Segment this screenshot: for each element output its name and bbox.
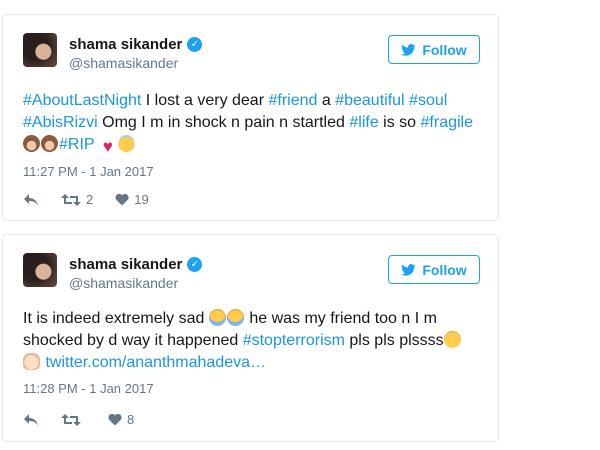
text-segment: shocked by d way it happened: [23, 332, 243, 349]
red-heart-emoji-icon: ♥: [102, 137, 113, 156]
hashtag-link[interactable]: #AbisRizvi: [23, 114, 98, 131]
hashtag-link[interactable]: #AboutLastNight: [23, 92, 141, 109]
sad-face-emoji-icon: [443, 331, 461, 348]
reply-icon: [24, 413, 38, 426]
author-name[interactable]: shama sikander: [69, 256, 182, 273]
tweet-actions: 8: [23, 412, 156, 427]
like-button[interactable]: 8: [108, 412, 134, 427]
avatar[interactable]: [23, 253, 57, 287]
author-name-row[interactable]: shama sikander ✓: [69, 255, 203, 273]
hashtag-link[interactable]: #beautiful: [335, 92, 404, 109]
retweet-button[interactable]: [61, 413, 86, 427]
text-segment: pls pls plssss: [344, 332, 444, 349]
retweet-icon: [61, 413, 81, 426]
tweet-card: shama sikander ✓ @shamasikander Follow I…: [2, 234, 499, 442]
praying-hands-emoji-icon: [23, 353, 40, 370]
tweet-actions: 2 19: [23, 192, 171, 207]
verified-icon: ✓: [187, 36, 203, 52]
anxious-sweat-emoji-icon: [226, 309, 244, 326]
external-link[interactable]: twitter.com/ananthmahadeva…: [45, 354, 266, 371]
author-handle[interactable]: @shamasikander: [69, 55, 178, 71]
reply-button[interactable]: [23, 193, 39, 207]
hashtag-link[interactable]: #friend: [268, 92, 317, 109]
text-segment: I lost a very dear: [141, 92, 269, 109]
reply-button[interactable]: [23, 413, 39, 427]
reply-icon: [24, 193, 38, 206]
text-segment: he was my friend too n I m: [244, 310, 437, 327]
smiling-halo-emoji-icon: [117, 135, 135, 152]
text-segment: is so: [378, 114, 421, 131]
avatar[interactable]: [23, 33, 57, 67]
twitter-bird-icon: [401, 43, 416, 56]
tweet-card: shama sikander ✓ @shamasikander Follow #…: [2, 14, 499, 221]
tweet-timestamp[interactable]: 11:27 PM - 1 Jan 2017: [23, 164, 154, 179]
tweet-timestamp[interactable]: 11:28 PM - 1 Jan 2017: [23, 381, 154, 396]
hashtag-link[interactable]: #RIP: [59, 136, 94, 153]
like-count: 19: [134, 192, 149, 207]
hashtag-link[interactable]: #fragile: [421, 114, 473, 131]
see-no-evil-monkey-emoji-icon: [23, 135, 40, 152]
like-button[interactable]: 19: [115, 192, 149, 207]
retweet-button[interactable]: 2: [61, 192, 93, 207]
see-no-evil-monkey-emoji-icon: [41, 135, 58, 152]
hashtag-link[interactable]: #stopterrorism: [243, 332, 345, 349]
heart-icon: [108, 413, 122, 426]
author-name[interactable]: shama sikander: [69, 36, 182, 53]
twitter-bird-icon: [401, 263, 416, 276]
text-segment: It is indeed extremely sad: [23, 310, 209, 327]
author-name-row[interactable]: shama sikander ✓: [69, 35, 203, 53]
follow-button[interactable]: Follow: [388, 35, 480, 64]
retweet-icon: [61, 193, 81, 206]
anxious-sweat-emoji-icon: [208, 309, 226, 326]
heart-icon: [115, 193, 129, 206]
like-count: 8: [127, 412, 135, 427]
tweet-text: It is indeed extremely sad he was my fri…: [23, 308, 480, 374]
hashtag-link[interactable]: #soul: [409, 92, 447, 109]
text-segment: a: [317, 92, 336, 109]
tweet-text: #AboutLastNight I lost a very dear #frie…: [23, 90, 480, 156]
verified-icon: ✓: [187, 256, 203, 272]
author-handle[interactable]: @shamasikander: [69, 275, 178, 291]
follow-label: Follow: [422, 41, 467, 58]
follow-button[interactable]: Follow: [388, 255, 480, 284]
text-segment: Omg I m in shock n pain n startled: [97, 114, 350, 131]
retweet-count: 2: [86, 192, 94, 207]
follow-label: Follow: [422, 261, 467, 278]
hashtag-link[interactable]: #life: [349, 114, 378, 131]
